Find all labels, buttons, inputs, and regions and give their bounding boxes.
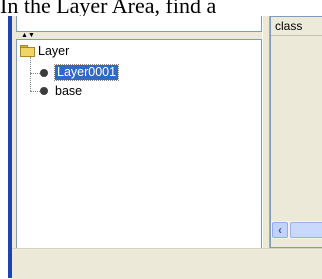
top-panel <box>16 16 262 32</box>
horizontal-scrollbar[interactable]: ‹ <box>271 221 322 239</box>
tree-item-base[interactable]: base <box>40 82 82 99</box>
tree-item-label: base <box>55 83 83 98</box>
tree-item-label: Layer <box>38 43 70 58</box>
bullet-icon <box>40 68 48 77</box>
column-header-class[interactable]: class <box>271 17 322 36</box>
scroll-thumb[interactable] <box>290 222 322 238</box>
splitter-down-icon[interactable]: ▼ <box>28 32 35 39</box>
tree-connector <box>30 57 31 91</box>
window-edge <box>8 16 12 278</box>
layer-tree: Layer Layer0001 base <box>16 39 262 250</box>
splitter-up-icon[interactable]: ▲ <box>21 32 28 39</box>
tree-item-label: Layer0001 <box>53 64 120 81</box>
tree-item-layer[interactable]: Layer <box>20 42 69 59</box>
panel-splitter[interactable]: ▲ ▼ <box>16 32 262 39</box>
tree-item-layer0001[interactable]: Layer0001 <box>40 64 120 81</box>
bottom-bar <box>12 248 322 279</box>
app-window: ▲ ▼ Layer Layer0001 base class ‹ <box>8 16 322 279</box>
class-list-panel: class ‹ <box>270 16 322 248</box>
scroll-left-icon[interactable]: ‹ <box>272 222 288 238</box>
bullet-icon <box>40 86 48 95</box>
vertical-splitter[interactable] <box>262 16 270 248</box>
folder-icon <box>20 44 35 57</box>
